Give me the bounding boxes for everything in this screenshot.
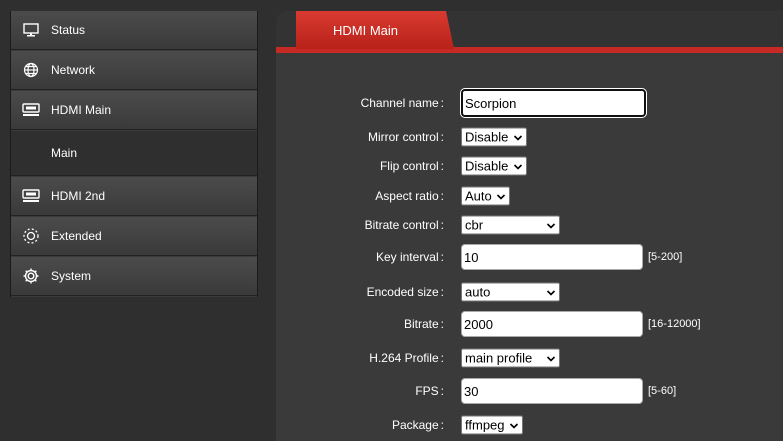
package-select[interactable]: ffmpeg — [461, 415, 523, 435]
sidebar-item-network[interactable]: Network — [11, 51, 257, 90]
gear-icon — [22, 267, 40, 285]
key-interval-input[interactable] — [461, 244, 643, 270]
bitrate-range: [16-12000] — [648, 318, 701, 330]
sidebar-subitem-main[interactable]: Main — [11, 131, 257, 176]
aspect-ratio-value: Auto — [465, 188, 492, 204]
chevron-down-icon — [513, 163, 523, 170]
flip-control-select[interactable]: Disable — [461, 156, 527, 176]
encoded-size-value: auto — [465, 284, 491, 300]
fps-range: [5-60] — [648, 385, 677, 397]
form-row-channel-name: Channel name — [276, 88, 783, 118]
h264-profile-select[interactable]: main profile — [461, 348, 560, 368]
package-value: ffmpeg — [465, 417, 505, 433]
fps-input[interactable] — [461, 378, 643, 404]
form-row-encoded-size: Encoded size auto — [276, 277, 783, 307]
channel-name-input[interactable] — [461, 89, 646, 117]
monitor-icon — [22, 21, 40, 39]
form-row-bitrate-control: Bitrate control cbr — [276, 210, 783, 240]
sidebar-item-label: HDMI Main — [51, 103, 112, 117]
sidebar-item-hdmi-main[interactable]: HDMI Main — [11, 91, 257, 130]
bitrate-control-value: cbr — [465, 217, 484, 233]
sidebar-item-label: System — [51, 269, 92, 283]
chevron-down-icon — [496, 193, 506, 200]
form-row-key-interval: Key interval [5-200] — [276, 242, 783, 272]
sidebar-item-label: Status — [51, 23, 86, 37]
sidebar-item-label: HDMI 2nd — [51, 189, 106, 203]
hdmi-icon — [22, 187, 40, 205]
form-row-fps: FPS [5-60] — [276, 376, 783, 406]
sidebar-item-extended[interactable]: Extended — [11, 217, 257, 256]
sidebar-item-label: Network — [51, 63, 96, 77]
h264-profile-value: main profile — [465, 350, 533, 366]
mirror-control-value: Disable — [465, 129, 509, 145]
globe-icon — [22, 61, 40, 79]
bitrate-input[interactable] — [461, 311, 643, 337]
mirror-control-label: Mirror control — [368, 130, 444, 144]
bitrate-control-label: Bitrate control — [365, 218, 444, 232]
sidebar: Status Network HDMI Main Main HDMI 2nd E… — [10, 11, 258, 297]
sidebar-item-status[interactable]: Status — [11, 11, 257, 50]
sidebar-item-label: Extended — [51, 229, 102, 243]
form-row-profile: H.264 Profile main profile — [276, 343, 783, 373]
package-label: Package — [392, 418, 444, 432]
sidebar-item-hdmi-2nd[interactable]: HDMI 2nd — [11, 177, 257, 216]
chevron-down-icon — [546, 289, 556, 296]
channel-name-label: Channel name — [361, 96, 444, 110]
mirror-control-select[interactable]: Disable — [461, 127, 527, 147]
fps-label: FPS — [415, 384, 444, 398]
chevron-down-icon — [513, 134, 523, 141]
aspect-ratio-label: Aspect ratio — [375, 189, 444, 203]
bitrate-control-select[interactable]: cbr — [461, 215, 560, 235]
chevron-down-icon — [546, 355, 556, 362]
flip-control-label: Flip control — [380, 159, 444, 173]
sidebar-subitem-label: Main — [51, 146, 78, 160]
h264-profile-label: H.264 Profile — [369, 351, 444, 365]
tab-label: HDMI Main — [333, 22, 399, 38]
form-row-package: Package ffmpeg — [276, 410, 783, 440]
encoded-size-label: Encoded size — [367, 285, 444, 299]
chevron-down-icon — [509, 422, 519, 429]
form-row-mirror: Mirror control Disable — [276, 122, 783, 152]
settings-panel: HDMI Main Channel name Mirror control Di… — [276, 11, 783, 441]
hdmi-icon — [22, 101, 40, 119]
form-row-flip: Flip control Disable — [276, 151, 783, 181]
tab-hdmi-main[interactable]: HDMI Main — [296, 11, 454, 49]
key-interval-range: [5-200] — [648, 251, 683, 263]
aspect-ratio-select[interactable]: Auto — [461, 186, 510, 206]
form-row-bitrate: Bitrate [16-12000] — [276, 309, 783, 339]
chevron-down-icon — [546, 222, 556, 229]
sun-gear-icon — [22, 227, 40, 245]
bitrate-label: Bitrate — [404, 317, 444, 331]
sidebar-item-system[interactable]: System — [11, 257, 257, 296]
key-interval-label: Key interval — [376, 250, 444, 264]
encoded-size-select[interactable]: auto — [461, 282, 560, 302]
flip-control-value: Disable — [465, 158, 509, 174]
form-row-aspect: Aspect ratio Auto — [276, 181, 783, 211]
